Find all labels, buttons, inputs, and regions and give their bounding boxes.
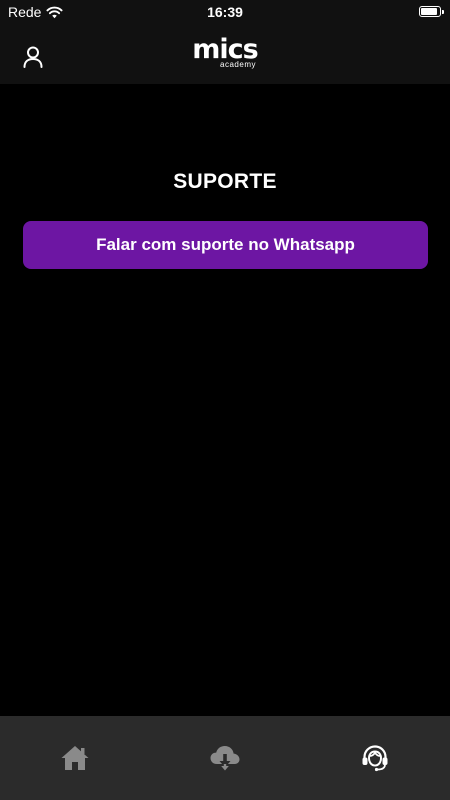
home-icon: [61, 746, 89, 770]
cloud-download-icon: [210, 746, 240, 771]
tab-support[interactable]: [359, 742, 391, 774]
status-time: 16:39: [207, 4, 243, 20]
battery-level: [421, 8, 437, 15]
headset-support-icon: [362, 745, 388, 772]
tab-downloads[interactable]: [209, 742, 241, 774]
bottom-tab-bar: [0, 716, 450, 800]
tab-home[interactable]: [59, 742, 91, 774]
whatsapp-support-button[interactable]: Falar com suporte no Whatsapp: [23, 221, 428, 269]
logo-wordmark: mics: [192, 34, 258, 65]
app-logo: mics academy: [0, 36, 450, 69]
support-screen: Rede 16:39 mics academy SUPORTE Falar co…: [0, 0, 450, 800]
status-bar: Rede 16:39: [0, 0, 450, 26]
battery-icon: [419, 6, 444, 17]
page-title: SUPORTE: [173, 170, 277, 193]
whatsapp-support-button-label: Falar com suporte no Whatsapp: [96, 235, 355, 254]
logo-subtitle: academy: [220, 60, 256, 69]
app-header: mics academy: [0, 26, 450, 84]
